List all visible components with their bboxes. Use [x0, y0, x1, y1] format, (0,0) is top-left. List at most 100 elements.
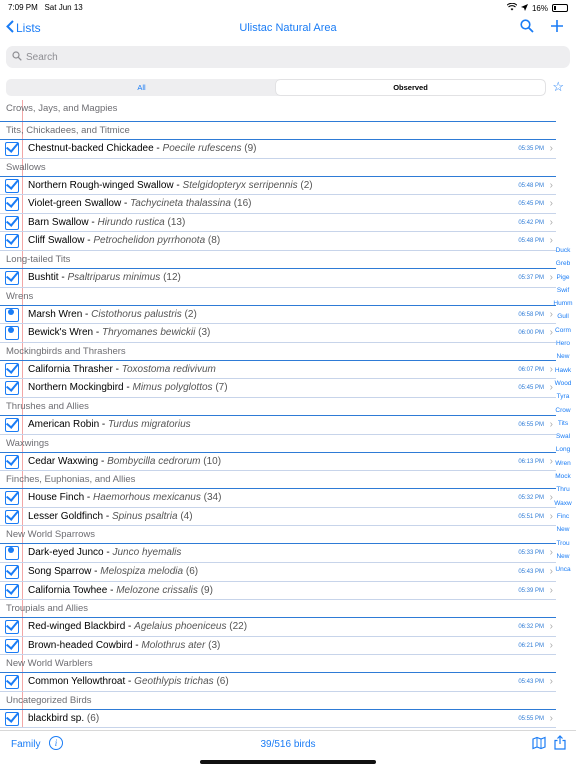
bird-row[interactable]: House Finch - Haemorhous mexicanus (34) 0…: [0, 489, 556, 508]
index-entry[interactable]: Hawk: [552, 364, 574, 377]
name-separator: -: [173, 179, 183, 191]
section-index[interactable]: Duck Greb Pige Swif Humm Gull Corm Hero New Hawk W…: [552, 244, 574, 576]
bird-row[interactable]: Song Sparrow - Melospiza melodia (6) 05:4…: [0, 563, 556, 582]
checkbox-checked-icon[interactable]: [5, 509, 19, 524]
index-entry[interactable]: Finc: [552, 510, 574, 523]
checkbox-checked-icon[interactable]: [5, 583, 19, 598]
note-checkbox-icon[interactable]: [5, 546, 19, 561]
bird-row[interactable]: Red-winged Blackbird - Agelaius phoenice…: [0, 618, 556, 637]
bird-row[interactable]: Northern Mockingbird - Mimus polyglottos…: [0, 379, 556, 398]
bird-row[interactable]: California Towhee - Melozone crissalis (…: [0, 582, 556, 601]
common-name: American Robin: [28, 418, 100, 430]
observation-time: 05:45 PM: [518, 385, 544, 392]
index-entry[interactable]: Thru: [552, 483, 574, 496]
index-entry[interactable]: New: [552, 523, 574, 536]
bird-row[interactable]: Northern Rough-winged Swallow - Stelgido…: [0, 177, 556, 196]
checkbox-checked-icon[interactable]: [5, 270, 19, 285]
index-entry[interactable]: Swal: [552, 430, 574, 443]
index-entry[interactable]: Unca: [552, 563, 574, 576]
name-separator: -: [84, 492, 94, 504]
checkbox-checked-icon[interactable]: [5, 142, 19, 156]
bird-row[interactable]: Common Yellowthroat - Geothlypis trichas…: [0, 673, 556, 692]
checkbox-checked-icon[interactable]: [5, 620, 19, 635]
map-icon[interactable]: [532, 736, 546, 755]
index-entry[interactable]: Waxw: [552, 497, 574, 510]
bird-row[interactable]: Marsh Wren - Cistothorus palustris (2) 06…: [0, 306, 556, 325]
index-entry[interactable]: Swif: [552, 284, 574, 297]
index-entry[interactable]: Long: [552, 443, 574, 456]
index-entry[interactable]: Trou: [552, 537, 574, 550]
info-icon[interactable]: i: [49, 736, 63, 750]
bird-row[interactable]: Barn Swallow - Hirundo rustica (13) 05:42…: [0, 214, 556, 233]
checkbox-checked-icon[interactable]: [5, 564, 19, 579]
share-icon[interactable]: [554, 735, 566, 755]
bird-row[interactable]: Violet-green Swallow - Tachycineta thala…: [0, 195, 556, 214]
observation-time: 05:48 PM: [518, 238, 544, 245]
checkbox-checked-icon[interactable]: [5, 711, 19, 726]
bird-row[interactable]: California Thrasher - Toxostoma redivivu…: [0, 361, 556, 380]
bird-row[interactable]: blackbird sp. (6) 05:55 PM ›: [0, 710, 556, 728]
note-checkbox-icon[interactable]: [5, 326, 19, 341]
index-entry[interactable]: Greb: [552, 257, 574, 270]
index-entry[interactable]: Hero: [552, 337, 574, 350]
bird-row[interactable]: Cliff Swallow - Petrochelidon pyrrhonota…: [0, 232, 556, 251]
note-checkbox-icon[interactable]: [5, 307, 19, 322]
segment-all[interactable]: All: [7, 80, 276, 95]
name-separator: -: [125, 676, 135, 688]
bird-row[interactable]: Bushtit - Psaltriparus minimus (12) 05:37…: [0, 269, 556, 288]
bird-list[interactable]: Crows, Jays, and Magpies Tits, Chickadees…: [0, 100, 556, 728]
index-entry[interactable]: Crow: [552, 404, 574, 417]
observation-time: 06:00 PM: [518, 330, 544, 337]
search-icon[interactable]: [520, 19, 534, 38]
bird-name-text: California Thrasher - Toxostoma redivivu…: [28, 364, 216, 375]
segment-observed[interactable]: Observed: [276, 80, 545, 95]
star-icon[interactable]: ☆: [552, 79, 564, 95]
common-name: Brown-headed Cowbird: [28, 639, 133, 651]
checkbox-checked-icon[interactable]: [5, 638, 19, 653]
bird-row[interactable]: Lesser Goldfinch - Spinus psaltria (4) 05…: [0, 508, 556, 527]
checkbox-checked-icon[interactable]: [5, 178, 19, 193]
bird-row[interactable]: Cedar Waxwing - Bombycilla cedrorum (10)…: [0, 453, 556, 472]
checkbox-checked-icon[interactable]: [5, 215, 19, 230]
bird-name-text: Dark-eyed Junco - Junco hyemalis: [28, 547, 181, 558]
bird-count-value: (13): [167, 216, 186, 228]
bird-row[interactable]: Dark-eyed Junco - Junco hyemalis 05:33 PM…: [0, 544, 556, 563]
common-name: Violet-green Swallow: [28, 198, 122, 210]
bird-row[interactable]: American Robin - Turdus migratorius 06:55…: [0, 416, 556, 435]
index-entry[interactable]: Pige: [552, 271, 574, 284]
checkbox-checked-icon[interactable]: [5, 381, 19, 396]
common-name: Chestnut-backed Chickadee: [28, 143, 154, 154]
section-header: Uncategorized Birds: [0, 692, 556, 710]
checkbox-checked-icon[interactable]: [5, 417, 19, 432]
index-entry[interactable]: New: [552, 550, 574, 563]
bird-row[interactable]: Bewick's Wren - Thryomanes bewickii (3) 0…: [0, 324, 556, 343]
checkbox-checked-icon[interactable]: [5, 234, 19, 249]
checkbox-checked-icon[interactable]: [5, 675, 19, 690]
scientific-name: Junco hyemalis: [112, 547, 182, 559]
checkbox-checked-icon[interactable]: [5, 197, 19, 212]
index-entry[interactable]: Wren: [552, 457, 574, 470]
index-entry[interactable]: Corm: [552, 324, 574, 337]
index-entry[interactable]: Wood: [552, 377, 574, 390]
back-button[interactable]: Lists: [6, 20, 41, 36]
bird-row[interactable]: Brown-headed Cowbird - Molothrus ater (3…: [0, 637, 556, 656]
common-name: Bewick's Wren: [28, 327, 94, 339]
index-entry[interactable]: Tits: [552, 417, 574, 430]
checkbox-checked-icon[interactable]: [5, 362, 19, 377]
index-entry[interactable]: Humm: [552, 297, 574, 310]
index-entry[interactable]: Duck: [552, 244, 574, 257]
index-entry[interactable]: Tyra: [552, 390, 574, 403]
scientific-name: Thryomanes bewickii: [101, 327, 196, 339]
add-icon[interactable]: [550, 19, 564, 38]
checkbox-checked-icon[interactable]: [5, 454, 19, 469]
search-input[interactable]: [26, 51, 546, 63]
index-entry[interactable]: Mock: [552, 470, 574, 483]
observation-time: 05:37 PM: [518, 274, 544, 281]
bird-row[interactable]: Chestnut-backed Chickadee - Poecile rufe…: [0, 140, 556, 159]
family-sort-button[interactable]: Family: [11, 739, 40, 750]
index-entry[interactable]: Gull: [552, 310, 574, 323]
section-header: Long-tailed Tits: [0, 251, 556, 269]
checkbox-checked-icon[interactable]: [5, 491, 19, 506]
observation-time: 05:39 PM: [518, 587, 544, 594]
index-entry[interactable]: New: [552, 350, 574, 363]
